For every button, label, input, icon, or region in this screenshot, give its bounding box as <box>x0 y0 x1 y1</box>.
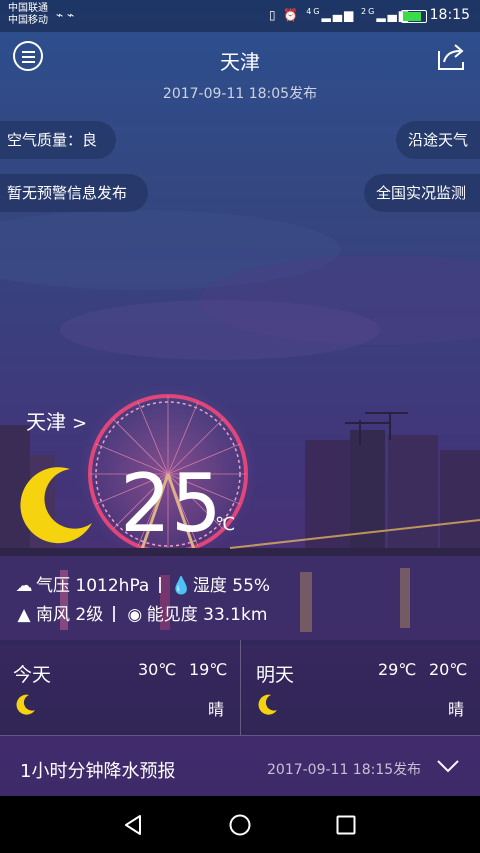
forecast-condition: 晴 <box>208 700 225 719</box>
system-nav-bar <box>0 796 480 853</box>
chevron-down-icon[interactable] <box>436 758 460 774</box>
carrier-labels: 中国联通 中国移动 <box>8 3 48 27</box>
location-label: 天津 <box>26 410 66 434</box>
carrier-2: 中国移动 <box>8 15 48 26</box>
forecast-day: 今天 <box>13 664 52 686</box>
temperature-unit: ℃ <box>215 514 236 535</box>
signal-icon: ▂▄▆ <box>321 8 356 22</box>
usb-icon: ⌁ ⌁ <box>56 8 75 22</box>
battery-icon <box>401 10 427 23</box>
location-link[interactable]: 天津 > <box>26 406 87 435</box>
pressure-humidity-row: ☁ 气压 1012hPa 💧湿度 55% <box>14 574 271 598</box>
moon-icon <box>258 694 277 715</box>
national-monitor-button[interactable]: 全国实况监测 <box>364 174 480 212</box>
forecast-condition: 晴 <box>448 700 465 719</box>
recents-icon[interactable] <box>336 815 356 835</box>
forecast-low: 20℃ <box>429 660 468 679</box>
navigation-arrow-icon: ▲ <box>17 605 31 625</box>
forecast-high: 30℃ <box>138 660 177 679</box>
warning-info-button[interactable]: 暂无预警信息发布 <box>0 174 148 212</box>
moon-icon <box>16 694 35 715</box>
precipitation-forecast-row[interactable]: 1小时分钟降水预报 2017-09-11 18:15发布 <box>0 735 480 797</box>
drop-icon: 💧 <box>170 576 193 596</box>
cloud-gauge-icon: ☁ <box>15 576 33 596</box>
precip-publish-time: 2017-09-11 18:15发布 <box>267 762 422 778</box>
route-weather-button[interactable]: 沿途天气 <box>396 121 480 159</box>
humidity-value: 湿度 55% <box>192 576 271 596</box>
pressure-value: 气压 1012hPa <box>36 576 150 596</box>
vibrate-icon: ▯ <box>268 8 278 22</box>
signal-2-label: 2G <box>361 7 377 16</box>
chevron-right-icon: > <box>72 413 88 434</box>
daily-forecast: 今天 30℃ 19℃ 晴 明天 29℃ 20℃ 晴 <box>0 640 480 735</box>
forecast-day: 明天 <box>256 664 295 686</box>
forecast-high: 29℃ <box>378 660 417 679</box>
signal-1-label: 4G <box>306 7 322 16</box>
status-time: 18:15 <box>429 7 470 23</box>
eye-icon: ◉ <box>127 605 143 625</box>
alarm-icon: ⏰ <box>283 8 301 22</box>
publish-time: 2017-09-11 18:05发布 <box>162 86 318 102</box>
visibility-value: 能见度 33.1km <box>146 605 268 625</box>
precip-title: 1小时分钟降水预报 <box>20 761 176 782</box>
carrier-1: 中国联通 <box>8 3 48 14</box>
back-icon[interactable] <box>123 814 143 836</box>
wind-visibility-row: ▲ 南风 2级 ◉ 能见度 33.1km <box>14 603 267 627</box>
forecast-low: 19℃ <box>189 660 228 679</box>
page-title: 天津 <box>220 50 260 74</box>
air-quality-button[interactable]: 空气质量：良 <box>0 121 116 159</box>
home-icon[interactable] <box>229 814 251 836</box>
status-icons: ▯ ⏰ 4G▂▄▆ 2G▂▄▆ <box>269 7 410 22</box>
current-temperature: 25 <box>120 457 222 550</box>
moon-icon <box>20 467 92 544</box>
status-bar: 中国联通 中国移动 ⌁ ⌁ ▯ ⏰ 4G▂▄▆ 2G▂▄▆ 18:15 <box>0 0 480 32</box>
share-icon[interactable] <box>434 42 468 72</box>
wind-value: 南风 2级 <box>36 605 104 625</box>
